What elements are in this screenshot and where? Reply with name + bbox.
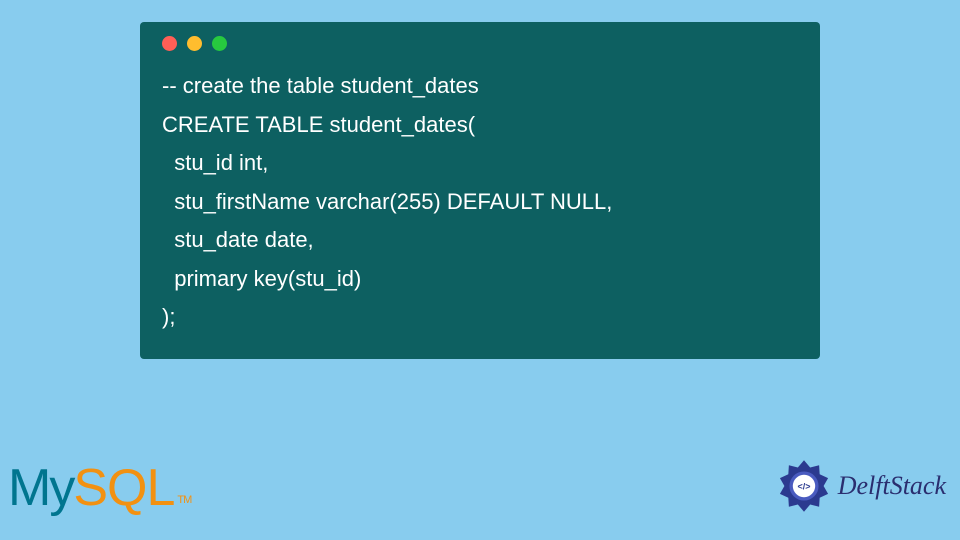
mysql-sql-text: SQL — [73, 458, 174, 518]
code-line: stu_firstName varchar(255) DEFAULT NULL, — [162, 189, 612, 214]
close-icon — [162, 36, 177, 51]
code-line: stu_date date, — [162, 227, 314, 252]
code-block: -- create the table student_dates CREATE… — [162, 67, 798, 337]
maximize-icon — [212, 36, 227, 51]
delftstack-logo: </> DelftStack — [776, 458, 946, 514]
gear-badge-icon: </> — [776, 458, 832, 514]
code-line: stu_id int, — [162, 150, 268, 175]
minimize-icon — [187, 36, 202, 51]
code-line: ); — [162, 304, 175, 329]
code-line: primary key(stu_id) — [162, 266, 361, 291]
code-line: -- create the table student_dates — [162, 73, 479, 98]
mysql-my-text: My — [8, 458, 73, 518]
window-traffic-lights — [162, 36, 798, 51]
svg-text:</>: </> — [797, 481, 810, 491]
code-window: -- create the table student_dates CREATE… — [140, 22, 820, 359]
delftstack-text: DelftStack — [838, 471, 946, 501]
code-line: CREATE TABLE student_dates( — [162, 112, 475, 137]
mysql-logo: MySQLTM — [8, 458, 191, 518]
mysql-tm-text: TM — [177, 494, 191, 518]
